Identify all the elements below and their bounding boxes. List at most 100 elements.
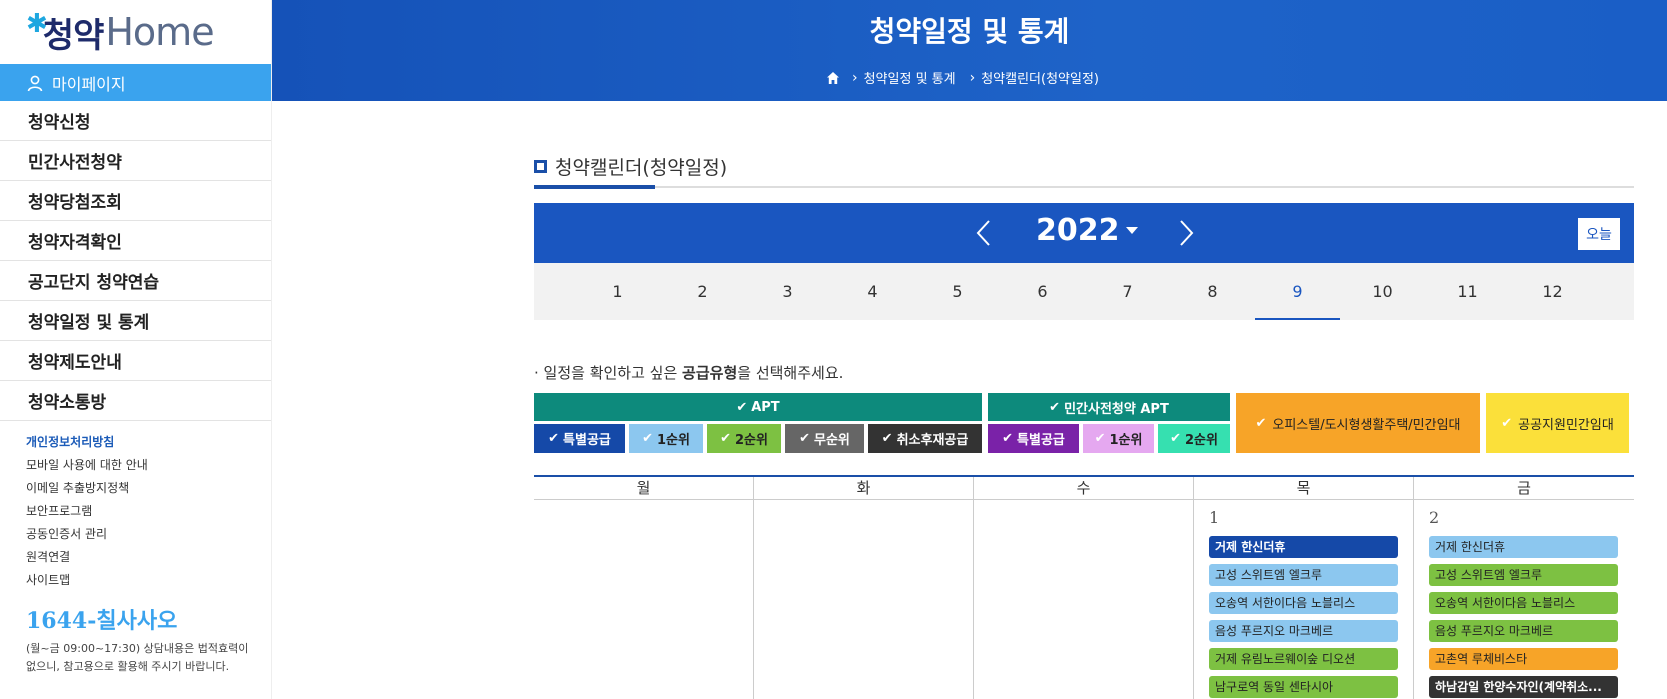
calendar-event[interactable]: 음성 푸르지오 마크베르 [1209, 620, 1398, 642]
nav-item[interactable]: 청약제도안내 [0, 341, 271, 381]
filter-officetel[interactable]: ✔ 오피스텔/도시형생활주택/민간임대 [1236, 393, 1480, 453]
calendar-event[interactable]: 하남감일 한양수자인(계약취소... [1429, 676, 1618, 698]
filter-chip[interactable]: ✔ 1순위 [1083, 424, 1154, 453]
month-tab[interactable]: 5 [915, 263, 1000, 320]
filter-chip[interactable]: ✔ 특별공급 [534, 424, 625, 453]
logo-text-ko: 청약 [42, 15, 105, 56]
month-tab[interactable]: 1 [575, 263, 660, 320]
month-tab[interactable]: 4 [830, 263, 915, 320]
day-number: 2 [1429, 508, 1440, 527]
filter-chip[interactable]: ✔ 무순위 [785, 424, 864, 453]
filter-chip[interactable]: ✔ 특별공급 [988, 424, 1079, 453]
logo[interactable]: ✱ 청약 Home [0, 0, 271, 64]
footer-link[interactable]: 보안프로그램 [26, 500, 271, 523]
filter-chip[interactable]: ✔ 1순위 [629, 424, 703, 453]
calendar-event[interactable]: 오송역 서한이다음 노블리스 [1209, 592, 1398, 614]
today-button[interactable]: 오늘 [1578, 218, 1620, 250]
person-icon [27, 75, 43, 91]
nav-item[interactable]: 민간사전청약 [0, 141, 271, 181]
calendar-event[interactable]: 거제 유림노르웨이숲 디오션 [1209, 648, 1398, 670]
page-title: 청약일정 및 통계 [869, 15, 1070, 48]
filter-chip[interactable]: ✔ 취소후재공급 [868, 424, 982, 453]
day-number [989, 508, 1193, 530]
day-number: 1 [1209, 508, 1220, 527]
filter-chip-label: 1순위 [1109, 433, 1143, 448]
breadcrumb-item-2[interactable]: › 청약캘린더(청약일정) [969, 68, 1099, 88]
breadcrumb-item-1[interactable]: › 청약일정 및 통계 [852, 68, 956, 88]
home-icon[interactable] [826, 71, 840, 85]
check-icon: ✔ [736, 399, 748, 415]
calendar-event[interactable]: 거제 한신더휴 [1429, 536, 1618, 558]
footer-link[interactable]: 개인정보처리방침 [26, 431, 271, 454]
calendar-event[interactable]: 고성 스위트엠 엘크루 [1429, 564, 1618, 586]
phone-number: 1644-칠사사오 [26, 608, 178, 634]
month-tabs: 1 2 3 4 5 6 7 8 9 10 11 12 [534, 263, 1634, 320]
day-header: 금 [1517, 479, 1531, 497]
calendar-header: 월화수목 금 [534, 477, 1634, 500]
private-chip-row: ✔ 특별공급 ✔ 1순위 ✔ 2순위 [988, 424, 1230, 453]
logo-star-icon: ✱ [26, 9, 48, 39]
calendar-day-cell [754, 500, 974, 699]
filter-private-apt[interactable]: ✔ 민간사전청약 APT [988, 393, 1230, 421]
filter-chip-label: 2순위 [734, 433, 768, 448]
nav-item[interactable]: 청약소통방 [0, 381, 271, 421]
month-tab[interactable]: 10 [1340, 263, 1425, 320]
check-icon: ✔ [1094, 431, 1106, 446]
breadcrumb: › 청약일정 및 통계 › 청약캘린더(청약일정) [272, 68, 1667, 87]
caret-down-icon[interactable] [1126, 227, 1138, 234]
month-tab[interactable]: 7 [1085, 263, 1170, 320]
month-tab[interactable]: 3 [745, 263, 830, 320]
logo-text-en: Home [105, 10, 214, 54]
footer-link[interactable]: 이메일 추출방지정책 [26, 477, 271, 500]
footer-link[interactable]: 원격연결 [26, 546, 271, 569]
check-icon: ✔ [881, 431, 893, 446]
calendar-event[interactable]: 남구로역 동일 센타시아 [1209, 676, 1398, 698]
mypage-link[interactable]: 마이페이지 [0, 64, 271, 101]
filter-public-rent[interactable]: ✔ 공공지원민간임대 [1486, 393, 1629, 453]
footer-link[interactable]: 사이트맵 [26, 569, 271, 592]
year-navigator: 2022 오늘 [534, 203, 1634, 263]
filter-chip-label: 취소후재공급 [896, 433, 969, 448]
year-select[interactable]: 2022 [1036, 213, 1120, 248]
calendar-event[interactable]: 고성 스위트엠 엘크루 [1209, 564, 1398, 586]
day-header: 목 [1194, 477, 1414, 499]
filter-chip-label: 특별공급 [1017, 433, 1065, 448]
filter-apt[interactable]: ✔ APT [534, 393, 982, 421]
filter-chip[interactable]: ✔ 2순위 [707, 424, 781, 453]
nav-item[interactable]: 청약일정 및 통계 [0, 301, 271, 341]
filter-chip-label: 2순위 [1184, 433, 1218, 448]
month-tab[interactable]: 8 [1170, 263, 1255, 320]
check-icon: ✔ [1170, 431, 1181, 446]
square-bullet-icon [534, 160, 547, 173]
sidebar: ✱ 청약 Home 마이페이지 청약신청 민간사전청약 청약당첨조회 청약자격확인 공고… [0, 0, 272, 699]
month-tab[interactable]: 11 [1425, 263, 1510, 320]
month-tab[interactable]: 12 [1510, 263, 1595, 320]
nav-item[interactable]: 공고단지 청약연습 [0, 261, 271, 301]
nav-item[interactable]: 청약당첨조회 [0, 181, 271, 221]
filter-chip-label: 1순위 [656, 433, 690, 448]
day-number [549, 508, 753, 530]
section-title: 청약캘린더(청약일정) [534, 153, 727, 180]
filter-chip-label: 무순위 [814, 433, 850, 448]
nav-item[interactable]: 청약자격확인 [0, 221, 271, 261]
month-tab[interactable]: 2 [660, 263, 745, 320]
calendar-event[interactable]: 거제 한신더휴 [1209, 536, 1398, 558]
month-tab[interactable]: 6 [1000, 263, 1085, 320]
month-tab[interactable]: 9 [1255, 263, 1340, 320]
check-icon: ✔ [642, 431, 653, 446]
chevron-right-icon: › [969, 69, 976, 86]
calendar-day-cell [974, 500, 1194, 699]
calendar-event[interactable]: 오송역 서한이다음 노블리스 [1429, 592, 1618, 614]
next-year-button[interactable] [1172, 217, 1200, 249]
nav-item[interactable]: 청약신청 [0, 101, 271, 141]
calendar-event[interactable]: 고촌역 루체비스타 [1429, 648, 1618, 670]
footer-link[interactable]: 모바일 사용에 대한 안내 [26, 454, 271, 477]
check-icon: ✔ [720, 431, 731, 446]
filter-chip-label: 특별공급 [563, 433, 611, 448]
check-icon: ✔ [1501, 415, 1513, 431]
calendar-event[interactable]: 음성 푸르지오 마크베르 [1429, 620, 1618, 642]
filter-chip[interactable]: ✔ 2순위 [1158, 424, 1230, 453]
footer-link[interactable]: 공동인증서 관리 [26, 523, 271, 546]
check-icon: ✔ [1255, 415, 1267, 431]
prev-year-button[interactable] [970, 217, 998, 249]
